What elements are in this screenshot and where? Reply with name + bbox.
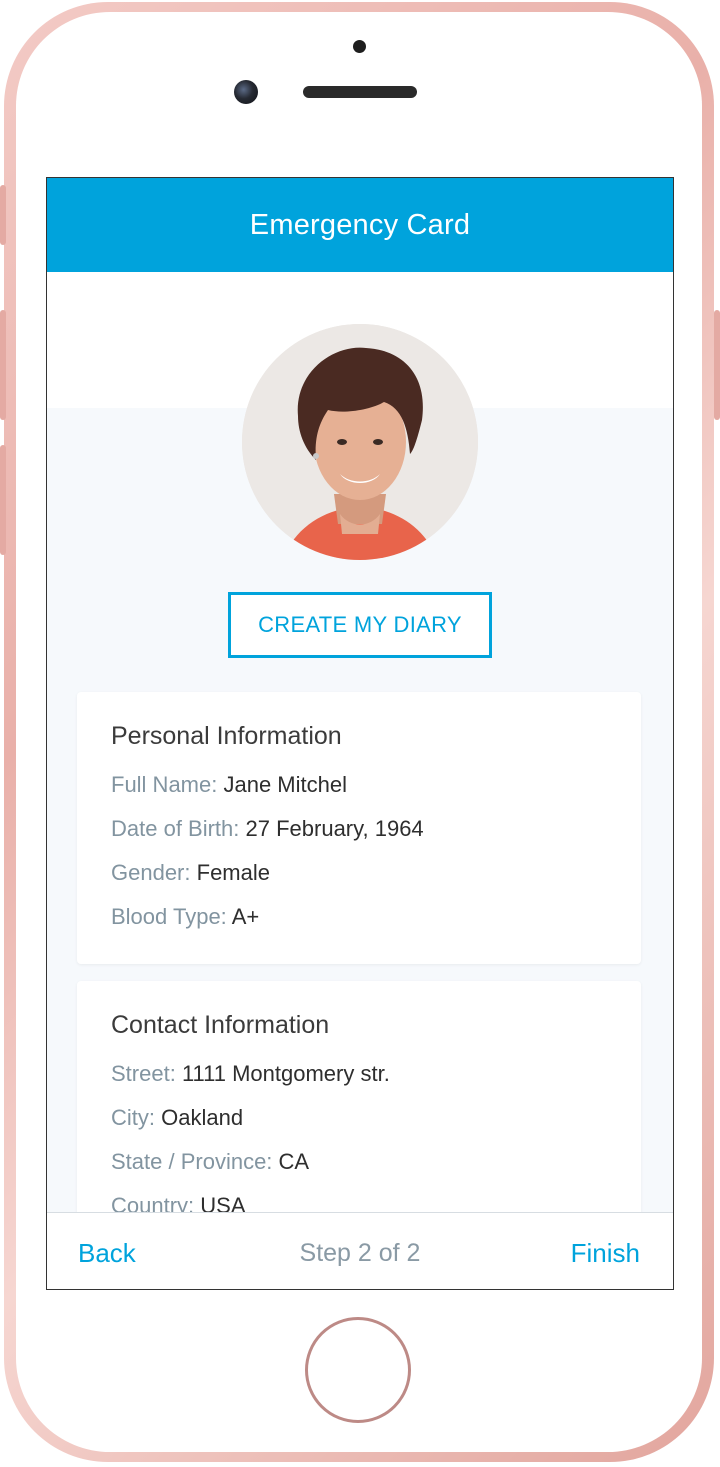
- state-province-row: State / Province: CA: [111, 1149, 309, 1175]
- contact-info-title: Contact Information: [111, 1011, 330, 1039]
- full-name-row: Full Name: Jane Mitchel: [111, 772, 347, 798]
- earpiece-speaker: [303, 86, 417, 98]
- app-screen: Emergency Card CREATE MY DIARY Personal …: [46, 177, 674, 1290]
- field-value: A+: [231, 904, 260, 929]
- finish-button[interactable]: Finish: [571, 1238, 640, 1269]
- proximity-sensor: [353, 40, 366, 53]
- field-value: Female: [196, 860, 270, 885]
- personal-info-title: Personal Information: [111, 722, 342, 750]
- wizard-footer: Step 2 of 2 Back Finish: [47, 1212, 673, 1289]
- field-label: City:: [111, 1105, 155, 1130]
- power-button: [714, 310, 720, 420]
- field-value: Oakland: [161, 1105, 244, 1130]
- field-label: State / Province:: [111, 1149, 273, 1174]
- field-label: Street:: [111, 1061, 176, 1086]
- create-diary-button[interactable]: CREATE MY DIARY: [228, 592, 492, 658]
- app-header: Emergency Card: [47, 178, 673, 272]
- page-title: Emergency Card: [249, 208, 471, 241]
- volume-down-button: [0, 445, 6, 555]
- silent-switch: [0, 185, 6, 245]
- personal-info-card: Personal Information Full Name: Jane Mit…: [77, 692, 641, 964]
- field-label: Gender:: [111, 860, 191, 885]
- volume-up-button: [0, 310, 6, 420]
- back-button[interactable]: Back: [78, 1238, 136, 1269]
- home-button[interactable]: [305, 1317, 411, 1423]
- field-label: Date of Birth:: [111, 816, 240, 841]
- field-value: 27 February, 1964: [245, 816, 424, 841]
- field-label: Blood Type:: [111, 904, 227, 929]
- field-label: Full Name:: [111, 772, 218, 797]
- scroll-content[interactable]: CREATE MY DIARY Personal Information Ful…: [47, 272, 673, 1281]
- city-row: City: Oakland: [111, 1105, 243, 1131]
- field-value: Jane Mitchel: [223, 772, 347, 797]
- blood-type-row: Blood Type: A+: [111, 904, 259, 930]
- field-value: 1111 Montgomery str.: [181, 1061, 390, 1086]
- gender-row: Gender: Female: [111, 860, 270, 886]
- field-value: CA: [278, 1149, 310, 1174]
- date-of-birth-row: Date of Birth: 27 February, 1964: [111, 816, 424, 842]
- front-camera-icon: [234, 80, 258, 104]
- street-row: Street: 1111 Montgomery str.: [111, 1061, 390, 1087]
- user-photo-icon: [242, 324, 478, 560]
- avatar[interactable]: [242, 324, 478, 560]
